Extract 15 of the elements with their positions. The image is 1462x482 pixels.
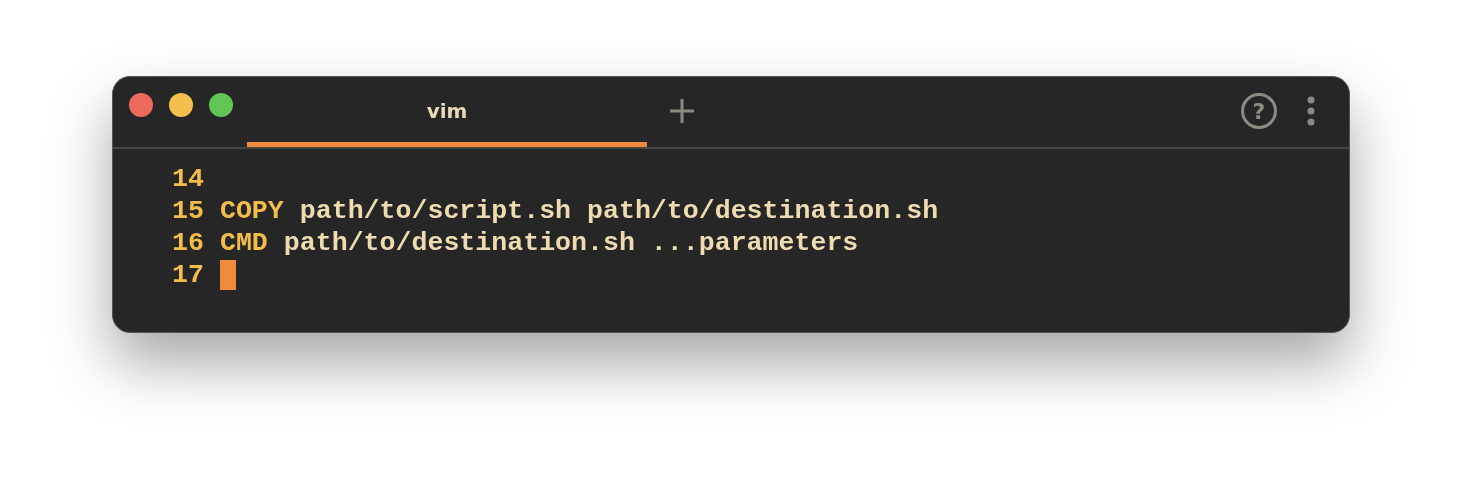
- code-text: path/to/script.sh path/to/destination.sh: [299, 195, 939, 227]
- new-tab-icon[interactable]: [668, 97, 696, 125]
- minimize-button[interactable]: [169, 93, 193, 117]
- code-text: path/to/destination.sh ...parameters: [283, 227, 859, 259]
- keyword: CMD: [219, 227, 268, 259]
- line-number: 14: [172, 163, 204, 195]
- help-icon[interactable]: ?: [1241, 93, 1277, 129]
- line-number: 15: [172, 195, 204, 227]
- zoom-button[interactable]: [209, 93, 233, 117]
- line-number: 17: [172, 259, 204, 291]
- keyword: COPY: [219, 195, 284, 227]
- close-button[interactable]: [129, 93, 153, 117]
- line-number: 16: [172, 227, 204, 259]
- tab[interactable]: vim: [247, 77, 647, 147]
- more-icon[interactable]: [1307, 96, 1315, 126]
